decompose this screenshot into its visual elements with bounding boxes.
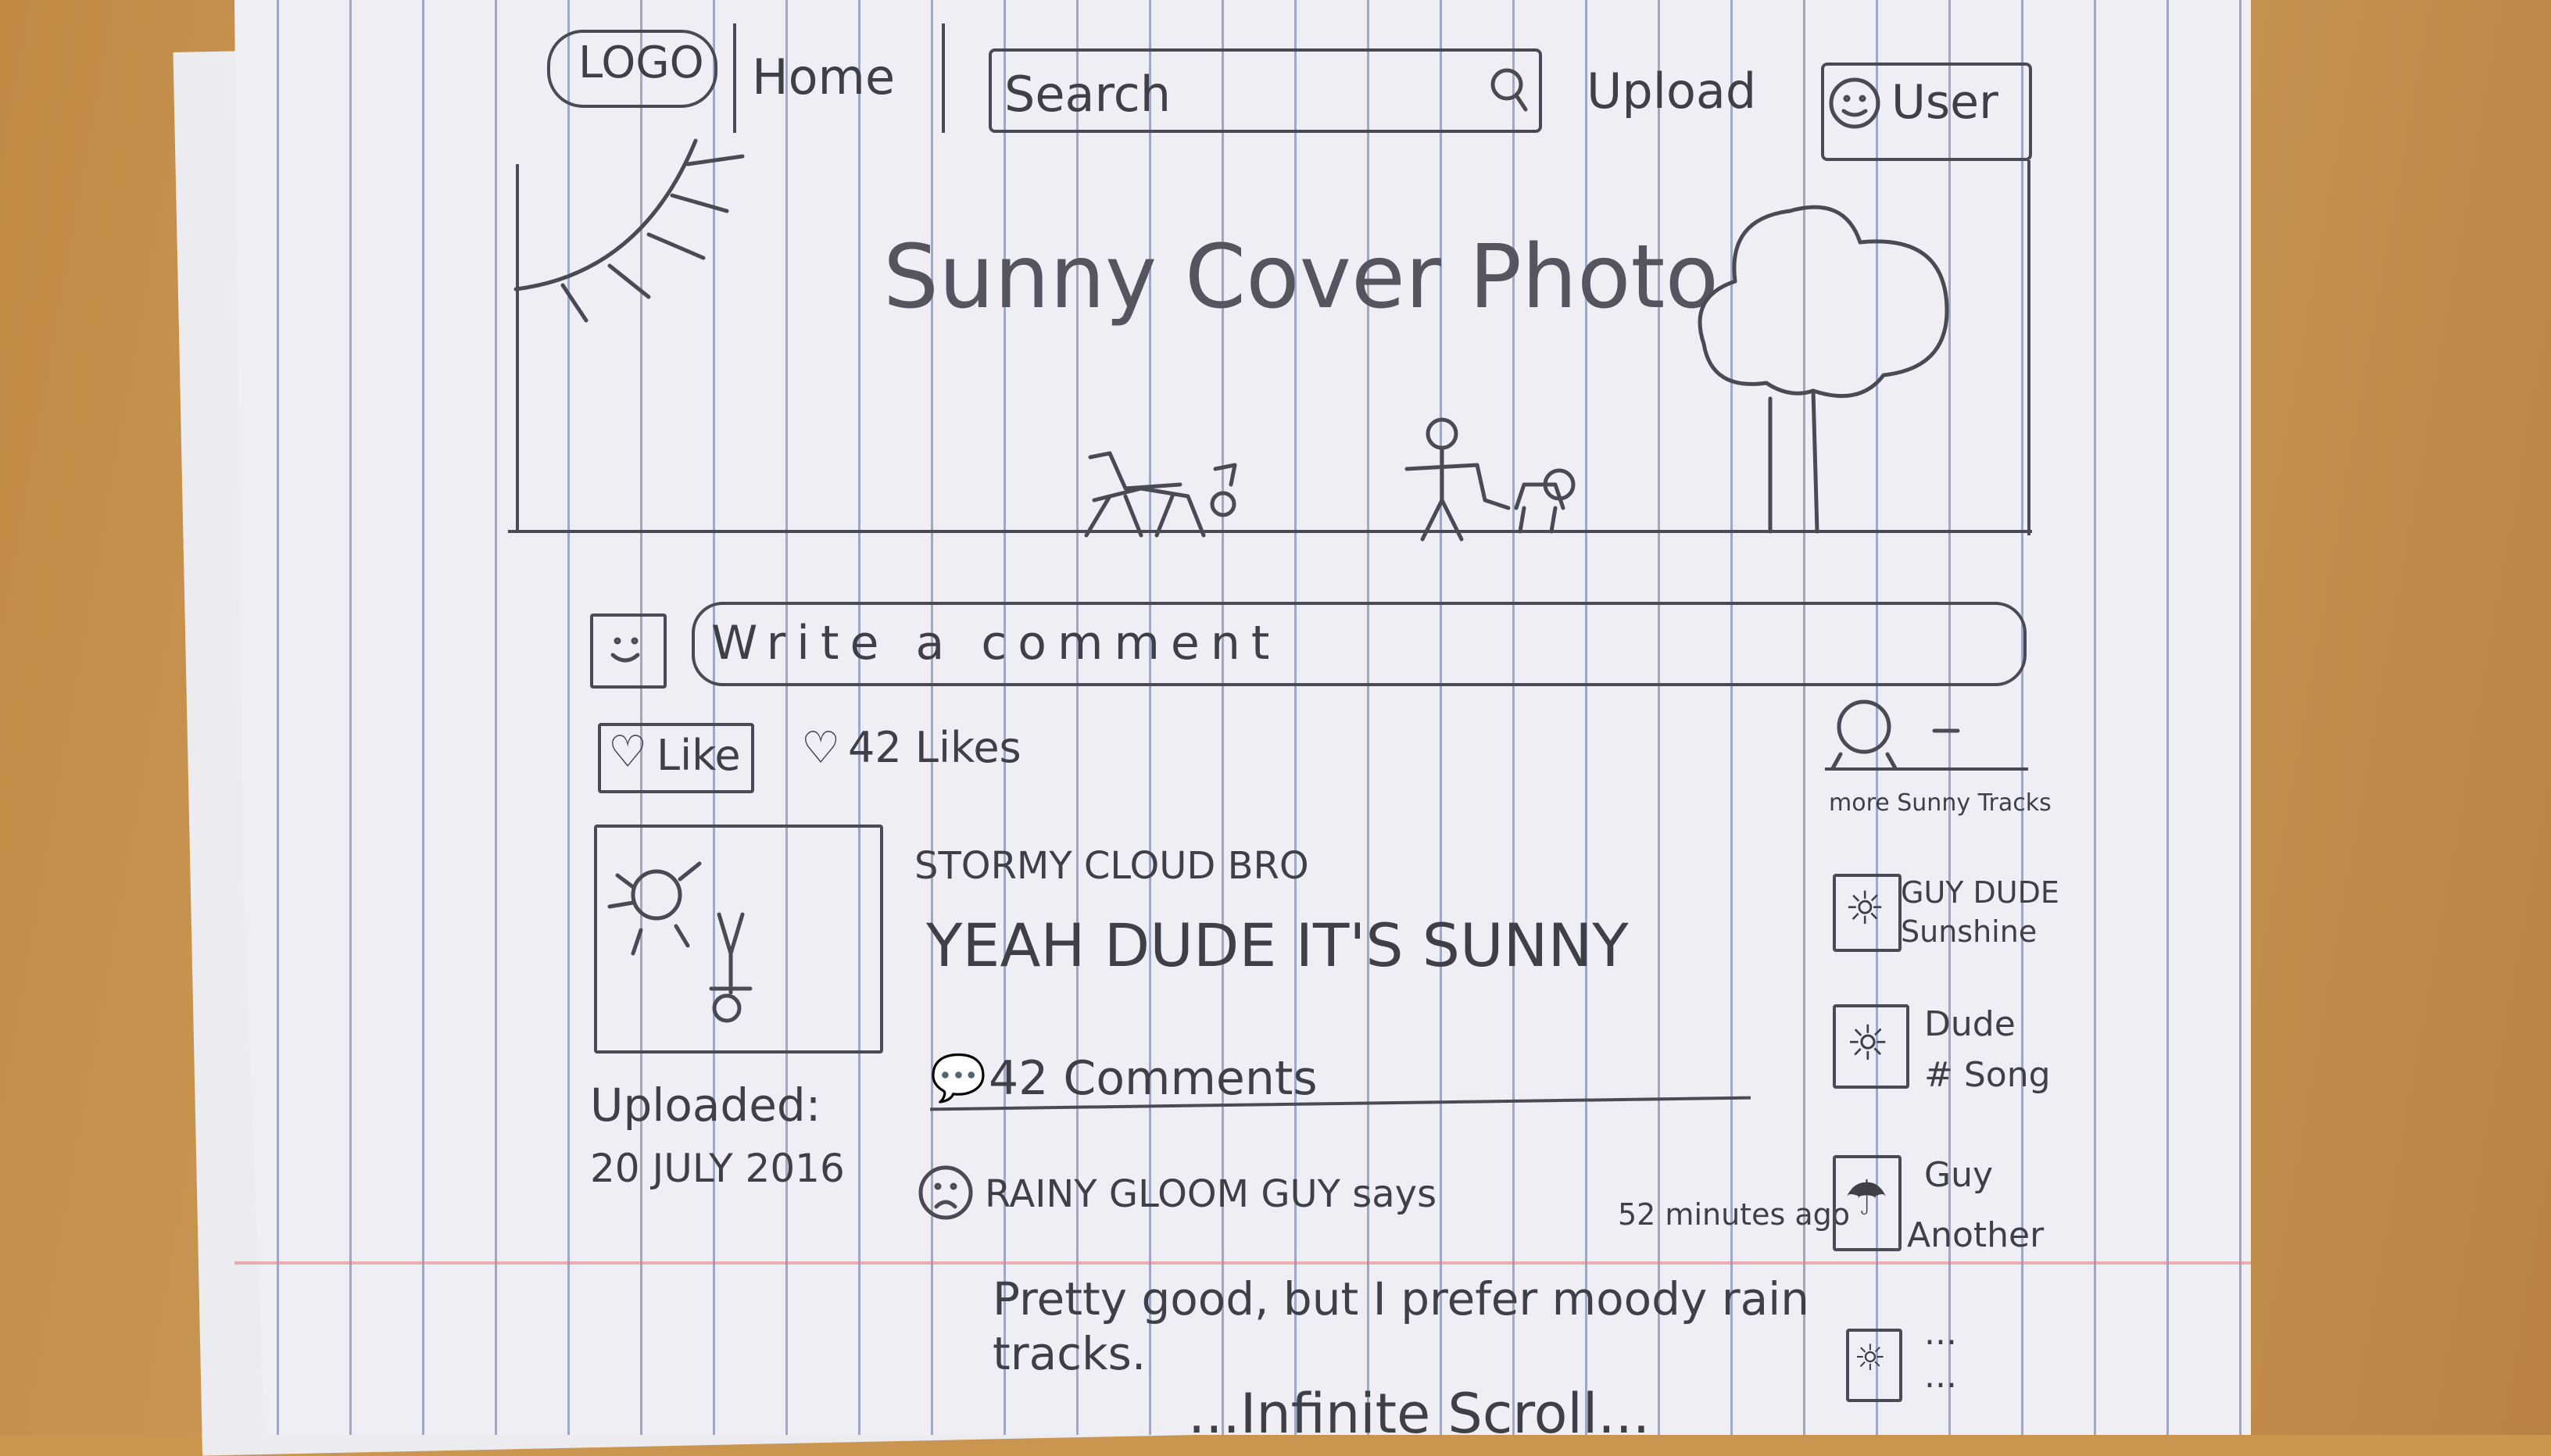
sidebar-item-thumbnail-icon: ☼ (1844, 882, 1885, 935)
track-artwork-sun-icon (607, 861, 753, 1023)
sad-face-avatar-icon (918, 1165, 973, 1220)
sidebar-heading: more Sunny Tracks (1829, 789, 2052, 817)
comments-icon: 💬 (930, 1051, 987, 1104)
person-with-dog-icon (1404, 417, 1576, 542)
likes-count: 42 Likes (848, 723, 1021, 772)
sun-icon (513, 138, 745, 323)
sidebar-item-title[interactable]: Dude (1924, 1004, 2016, 1044)
paper-margin-line (234, 1261, 2251, 1265)
comment-text-line-2: tracks. (993, 1327, 1147, 1380)
sidebar-item-subtitle: ... (1924, 1356, 1957, 1396)
user-avatar-icon (1829, 77, 1880, 129)
track-title: YEAH DUDE IT'S SUNNY (926, 910, 1629, 980)
picnic-table-icon (1084, 451, 1237, 538)
sidebar-item-thumbnail-icon: ☼ (1846, 1014, 1890, 1071)
comments-count[interactable]: 42 Comments (989, 1051, 1318, 1106)
search-icon[interactable] (1485, 61, 1532, 116)
cover-right-border (2027, 160, 2030, 535)
comment-text-line-1: Pretty good, but I prefer moody rain (993, 1272, 1809, 1325)
nav-home-link[interactable]: Home (752, 48, 895, 106)
sidebar-divider (1825, 767, 2028, 771)
sidebar-item-thumbnail-icon: ☼ (1854, 1336, 1887, 1379)
sidebar-item-title[interactable]: Guy (1924, 1155, 1993, 1195)
sidebar-sun-icon (1830, 699, 1960, 771)
nav-upload-link[interactable]: Upload (1587, 63, 1756, 120)
comment-author[interactable]: RAINY GLOOM GUY says (985, 1172, 1437, 1216)
tree-icon (1698, 205, 1949, 534)
smiley-icon (610, 637, 640, 663)
search-placeholder: Search (1004, 66, 1172, 123)
sidebar-item-title[interactable]: ... (1924, 1313, 1957, 1353)
likes-heart-icon: ♡ (801, 723, 841, 774)
sidebar-item-subtitle: Sunshine (1901, 914, 2038, 949)
sidebar-item-subtitle: # Song (1924, 1055, 2051, 1095)
uploaded-label: Uploaded: (590, 1079, 821, 1132)
infinite-scroll-label: ...Infinite Scroll... (1188, 1382, 1651, 1446)
sidebar-item-subtitle: Another (1907, 1215, 2045, 1255)
like-heart-icon: ♡ (608, 727, 648, 778)
uploaded-date: 20 JULY 2016 (590, 1146, 845, 1191)
comment-time: 52 minutes ago (1618, 1197, 1850, 1232)
cover-title: Sunny Cover Photo (883, 227, 1719, 328)
like-button-label: Like (657, 731, 741, 780)
track-artist[interactable]: STORMY CLOUD BRO (914, 844, 1309, 888)
logo-text: LOGO (578, 38, 704, 88)
nav-divider (733, 23, 736, 133)
user-label: User (1891, 75, 1998, 130)
sidebar-item-title[interactable]: GUY DUDE (1901, 875, 2059, 910)
comment-input-placeholder: Write a comment (711, 616, 1281, 671)
nav-divider (942, 23, 945, 133)
sidebar-item-thumbnail-icon: ☂ (1844, 1169, 1888, 1226)
